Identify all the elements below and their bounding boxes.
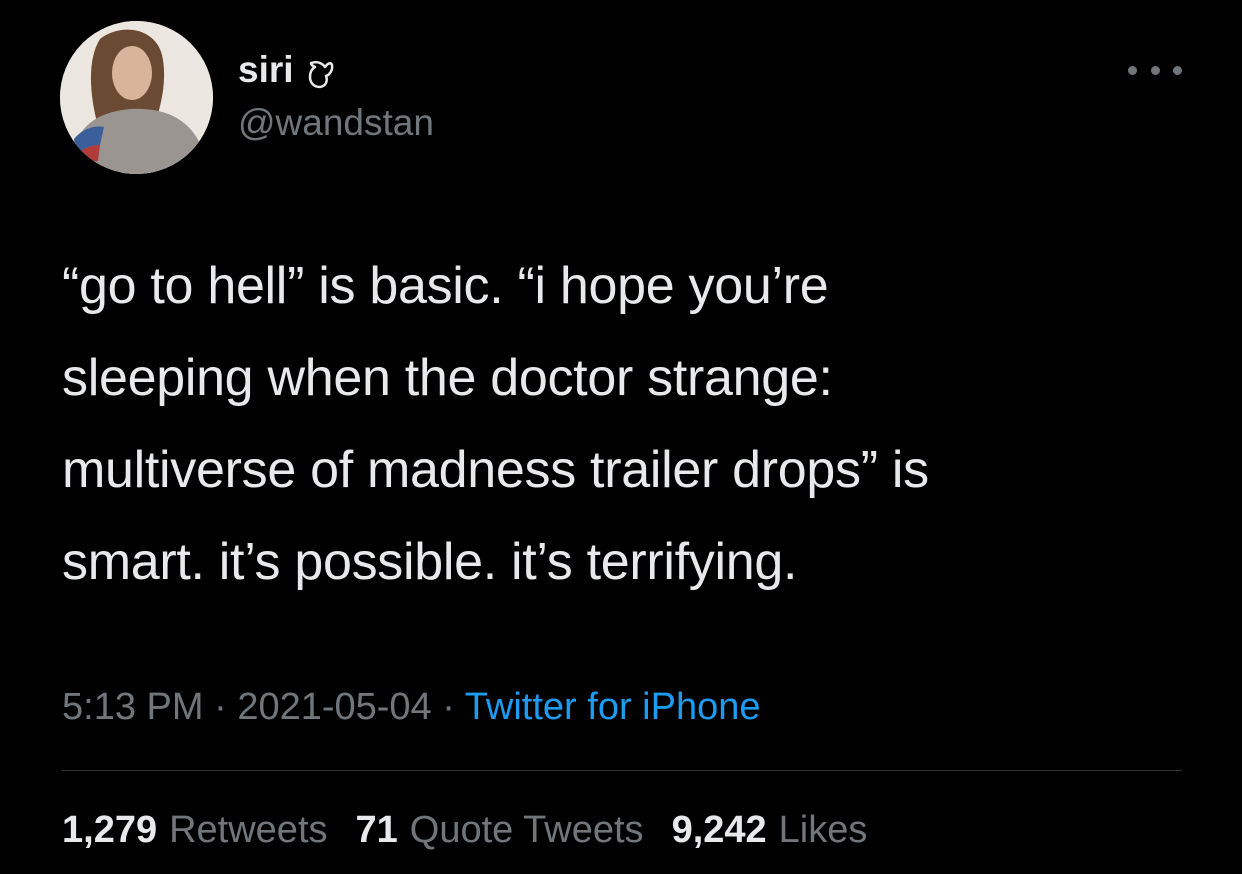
divider <box>62 770 1182 771</box>
tweet-time[interactable]: 5:13 PM <box>62 686 204 728</box>
likes-stat[interactable]: 9,242 Likes <box>672 806 868 854</box>
likes-count: 9,242 <box>671 809 767 851</box>
moon-emoji-icon <box>306 55 334 89</box>
more-dot <box>1150 65 1160 75</box>
quote-tweets-count: 71 <box>355 809 398 851</box>
meta-separator: · <box>431 686 465 728</box>
likes-label: Likes <box>778 809 868 851</box>
avatar-photo <box>60 21 213 174</box>
avatar[interactable] <box>60 21 213 174</box>
quote-tweets-label: Quote Tweets <box>409 809 644 851</box>
display-name[interactable]: siri <box>238 48 334 92</box>
tweet-text: “go to hell” is basic. “i hope you’re sl… <box>62 240 1182 608</box>
tweet-line: “go to hell” is basic. “i hope you’re <box>62 257 829 315</box>
tweet-line: multiverse of madness trailer drops” is <box>62 441 929 499</box>
tweet-line: sleeping when the doctor strange: <box>62 349 833 407</box>
quote-tweets-stat[interactable]: 71 Quote Tweets <box>356 806 644 854</box>
retweets-label: Retweets <box>169 809 328 851</box>
user-handle[interactable]: @wandstan <box>238 101 434 145</box>
meta-separator: · <box>203 686 238 728</box>
tweet-source-link[interactable]: Twitter for iPhone <box>465 686 761 728</box>
tweet-stats: 1,279 Retweets 71 Quote Tweets 9,242 Likes <box>62 806 895 854</box>
more-dot <box>1173 65 1182 75</box>
retweets-count: 1,279 <box>62 809 158 851</box>
tweet-line: smart. it’s possible. it’s terrifying. <box>62 533 798 591</box>
tweet-metadata: 5:13 PM · 2021-05-04 · Twitter for iPhon… <box>62 683 760 731</box>
more-dot <box>1128 65 1137 75</box>
tweet-date[interactable]: 2021-05-04 <box>237 686 431 728</box>
retweets-stat[interactable]: 1,279 Retweets <box>62 806 328 854</box>
more-options-icon[interactable] <box>1128 58 1182 82</box>
display-name-text: siri <box>238 49 294 90</box>
